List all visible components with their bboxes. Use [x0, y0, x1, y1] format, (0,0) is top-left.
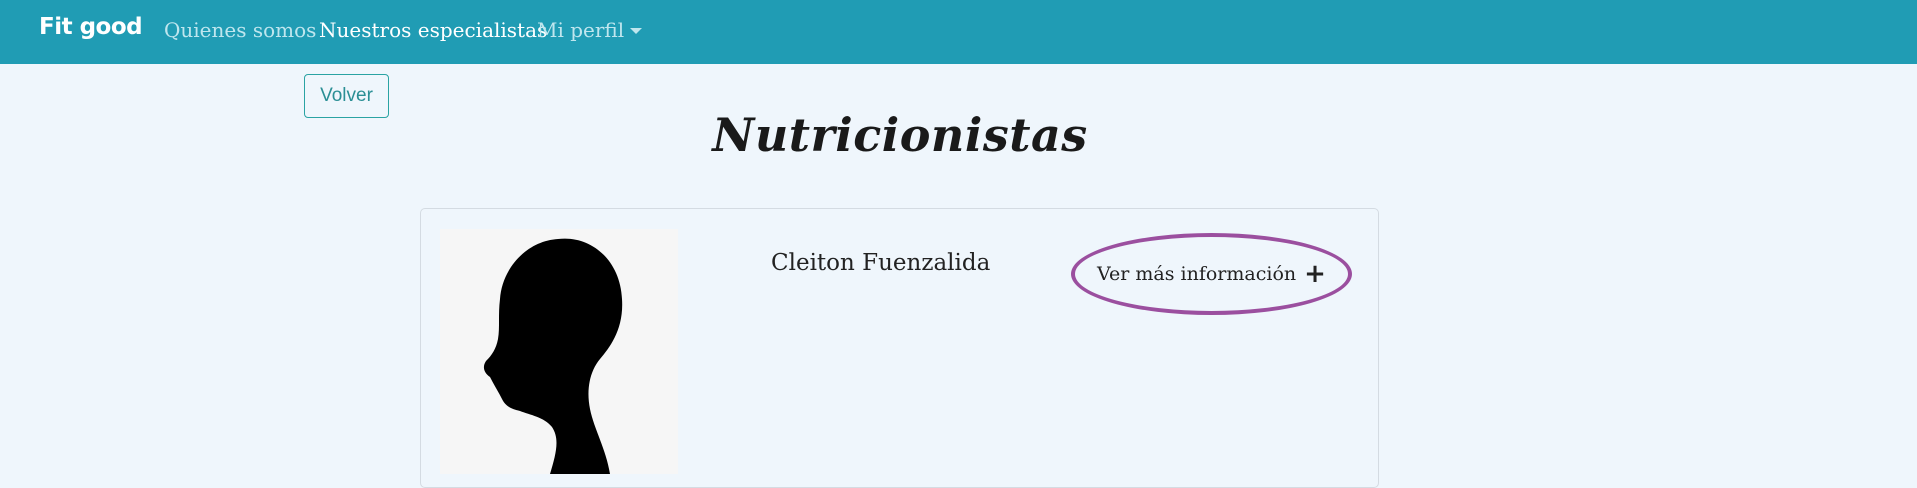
- page-title: Nutricionistas: [712, 108, 1088, 162]
- nav-link-nuestros-especialistas[interactable]: Nuestros especialistas: [319, 18, 547, 42]
- nav-link-quienes-somos[interactable]: Quienes somos: [164, 18, 316, 42]
- chevron-down-icon: [630, 28, 643, 34]
- specialist-name: Cleiton Fuenzalida: [771, 250, 991, 276]
- more-info-label: Ver más información: [1097, 263, 1297, 285]
- brand-logo[interactable]: Fit good: [39, 14, 143, 40]
- plus-icon: +: [1304, 259, 1326, 289]
- specialist-avatar: [440, 229, 678, 474]
- profile-silhouette-icon: [483, 238, 623, 474]
- top-navbar: Fit good Quienes somos Nuestros especial…: [0, 0, 1917, 64]
- nav-dropdown-mi-perfil[interactable]: Mi perfil: [537, 18, 643, 42]
- nav-dropdown-label: Mi perfil: [537, 18, 625, 42]
- more-info-button[interactable]: Ver más información +: [1071, 233, 1352, 315]
